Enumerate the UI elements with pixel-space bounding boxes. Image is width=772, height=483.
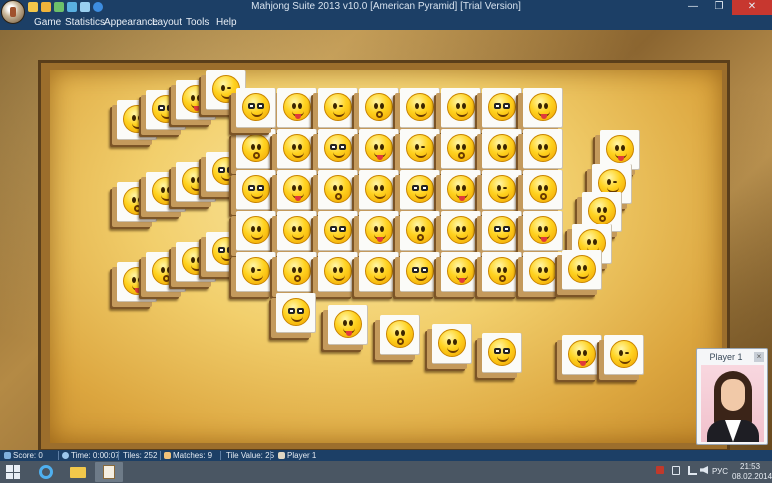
mahjong-tile[interactable]: [236, 170, 276, 210]
mahjong-tile[interactable]: [482, 333, 522, 373]
window-title: Mahjong Suite 2013 v10.0 [American Pyram…: [251, 1, 521, 12]
matches-icon: [164, 452, 171, 459]
time-text: Time: 0:00:07: [71, 451, 120, 460]
mahjong-tile[interactable]: [359, 88, 399, 128]
network-icon[interactable]: [688, 466, 697, 475]
clock-icon: [62, 452, 69, 459]
mahjong-tile[interactable]: [562, 335, 602, 375]
mahjong-tile[interactable]: [318, 88, 358, 128]
mahjong-tile[interactable]: [380, 315, 420, 355]
mahjong-tile[interactable]: [236, 129, 276, 169]
mahjong-tile[interactable]: [604, 335, 644, 375]
mahjong-tile[interactable]: [482, 211, 522, 251]
time-status: Time: 0:00:07: [62, 451, 120, 460]
player-avatar: [701, 365, 764, 442]
menu-bar: Game Statistics Appearance Layout Tools …: [0, 15, 772, 30]
tile-value-status: Tile Value: 25: [226, 451, 274, 460]
mahjong-tile[interactable]: [523, 211, 563, 251]
mahjong-tile[interactable]: [359, 170, 399, 210]
mahjong-tile[interactable]: [277, 129, 317, 169]
mahjong-tile[interactable]: [236, 252, 276, 292]
menu-statistics[interactable]: Statistics: [65, 17, 105, 28]
language-indicator[interactable]: РУС: [712, 467, 728, 476]
player-card: Player 1 ×: [696, 348, 768, 445]
mahjong-tile[interactable]: [328, 305, 368, 345]
mahjong-tile[interactable]: [432, 324, 472, 364]
mahjong-tile[interactable]: [400, 252, 440, 292]
mahjong-tile[interactable]: [318, 252, 358, 292]
player-text: Player 1: [287, 451, 317, 460]
score-text: Score: 0: [13, 451, 43, 460]
mahjong-tile[interactable]: [359, 211, 399, 251]
mahjong-tile[interactable]: [400, 170, 440, 210]
player-icon: [278, 452, 285, 459]
mahjong-tile[interactable]: [277, 170, 317, 210]
mahjong-tile[interactable]: [400, 88, 440, 128]
mahjong-tile[interactable]: [277, 211, 317, 251]
tiles-status: Tiles: 252: [123, 451, 157, 460]
close-button[interactable]: ✕: [732, 0, 772, 15]
mahjong-tile[interactable]: [523, 88, 563, 128]
clock-time[interactable]: 21:53: [740, 462, 760, 471]
mahjong-tile[interactable]: [318, 129, 358, 169]
app-menu-icon[interactable]: [1, 0, 25, 24]
menu-appearance[interactable]: Appearance: [104, 17, 158, 28]
mahjong-tile[interactable]: [441, 88, 481, 128]
menu-tools[interactable]: Tools: [186, 17, 209, 28]
menu-layout[interactable]: Layout: [152, 17, 182, 28]
minimize-button[interactable]: —: [680, 0, 706, 15]
security-flag-icon[interactable]: [656, 466, 664, 474]
mahjong-tile[interactable]: [400, 211, 440, 251]
game-board: [0, 30, 772, 450]
mahjong-tile[interactable]: [277, 252, 317, 292]
mahjong-tile[interactable]: [318, 211, 358, 251]
internet-explorer-icon[interactable]: [32, 462, 60, 482]
maximize-button[interactable]: ❐: [706, 0, 732, 15]
mahjong-tile[interactable]: [523, 170, 563, 210]
mahjong-tile[interactable]: [441, 252, 481, 292]
mahjong-tile[interactable]: [318, 170, 358, 210]
mahjong-tile[interactable]: [236, 88, 276, 128]
mahjong-tile[interactable]: [441, 170, 481, 210]
mahjong-tile[interactable]: [236, 211, 276, 251]
mahjong-tile[interactable]: [482, 129, 522, 169]
mahjong-tile[interactable]: [482, 170, 522, 210]
mahjong-tile[interactable]: [482, 252, 522, 292]
mahjong-tile[interactable]: [359, 129, 399, 169]
matches-text: Matches: 9: [173, 451, 213, 460]
volume-icon[interactable]: [700, 466, 708, 474]
windows-start-icon[interactable]: [6, 465, 20, 479]
score-icon: [4, 452, 11, 459]
mahjong-tile[interactable]: [277, 88, 317, 128]
status-bar: Score: 0 Time: 0:00:07 Tiles: 252 Matche…: [0, 450, 772, 461]
mahjong-tile[interactable]: [441, 211, 481, 251]
mahjong-tile[interactable]: [523, 252, 563, 292]
mahjong-tile[interactable]: [400, 129, 440, 169]
clock-date[interactable]: 08.02.2014: [732, 472, 772, 481]
mahjong-tile[interactable]: [482, 88, 522, 128]
score-status: Score: 0: [4, 451, 43, 460]
title-bar: Mahjong Suite 2013 v10.0 [American Pyram…: [0, 0, 772, 24]
mahjong-tile[interactable]: [276, 293, 316, 333]
mahjong-tile[interactable]: [441, 129, 481, 169]
player-status: Player 1: [278, 451, 316, 460]
menu-game[interactable]: Game: [34, 17, 61, 28]
battery-icon[interactable]: [672, 466, 680, 475]
player-card-close-button[interactable]: ×: [754, 352, 764, 362]
mahjong-taskbar-icon[interactable]: [95, 462, 123, 482]
menu-help[interactable]: Help: [216, 17, 237, 28]
tiles-text: Tiles: 252: [123, 451, 158, 460]
player-name: Player 1: [709, 352, 743, 362]
mahjong-tile[interactable]: [523, 129, 563, 169]
windows-taskbar: РУС 21:53 08.02.2014: [0, 461, 772, 483]
mahjong-tile[interactable]: [562, 250, 602, 290]
tile-value-text: Tile Value: 25: [226, 451, 275, 460]
file-explorer-icon[interactable]: [64, 462, 92, 482]
mahjong-tile[interactable]: [359, 252, 399, 292]
matches-status: Matches: 9: [164, 451, 212, 460]
